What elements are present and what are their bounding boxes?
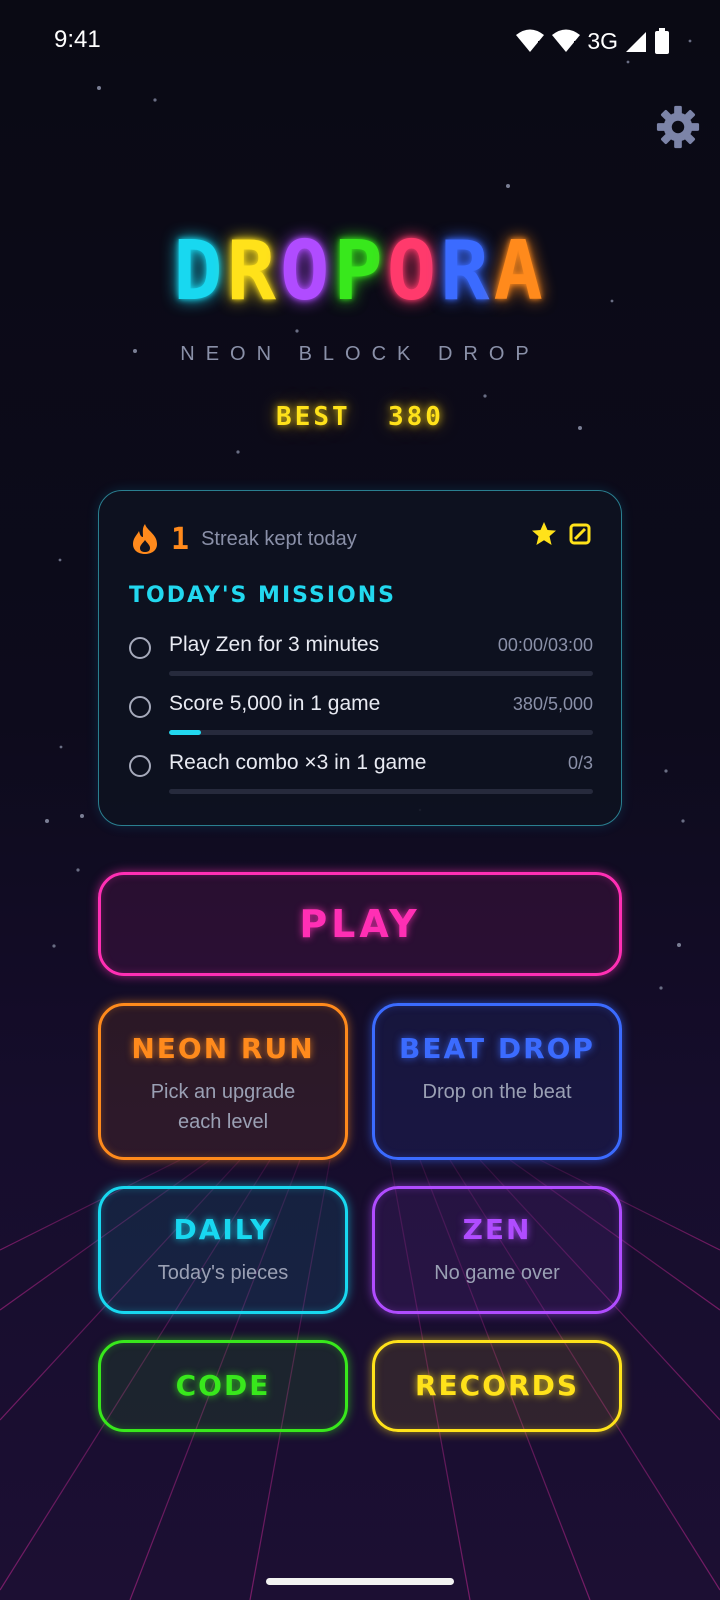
mission-progress-value: 00:00/03:00 — [497, 635, 593, 655]
daily-subtitle: Today's pieces — [157, 1262, 289, 1284]
status-icons: 3G — [515, 26, 670, 56]
mission-item: Play Zen for 3 minutes 00:00/03:00 — [129, 633, 593, 689]
code-button[interactable]: CODE — [98, 1340, 348, 1432]
flame-icon — [133, 524, 157, 554]
mission-progress-value: 0/3 — [567, 753, 593, 773]
card-icons — [531, 521, 591, 547]
records-button[interactable]: RECORDS — [372, 1340, 622, 1432]
daily-button[interactable]: DAILY Today's pieces — [98, 1186, 348, 1314]
zen-label: ZEN — [462, 1213, 532, 1246]
play-button-label: PLAY — [299, 902, 421, 946]
zen-button[interactable]: ZEN No game over — [372, 1186, 622, 1314]
beat-drop-label: BEAT DROP — [399, 1032, 595, 1065]
title-letter: O — [279, 224, 334, 319]
mission-item: Score 5,000 in 1 game 380/5,000 — [129, 692, 593, 748]
mission-progress-bar — [169, 789, 593, 794]
title-letter: R — [440, 224, 494, 319]
title-letter: D — [173, 224, 227, 319]
status-bar: 9:41 3G — [0, 0, 720, 84]
records-label: RECORDS — [414, 1369, 579, 1402]
ticket-icon[interactable] — [569, 523, 591, 545]
mission-item: Reach combo ×3 in 1 game 0/3 — [129, 751, 593, 807]
code-label: CODE — [175, 1369, 271, 1402]
mission-label: Score 5,000 in 1 game — [169, 692, 381, 715]
signal-icon — [626, 32, 646, 52]
circle-icon — [129, 637, 151, 659]
battery-icon — [655, 28, 669, 54]
title-letter: A — [493, 224, 547, 319]
mission-progress-value: 380/5,000 — [512, 694, 593, 714]
streak-text: Streak kept today — [201, 527, 357, 550]
gear-icon[interactable] — [655, 104, 701, 150]
title-letter: P — [333, 224, 387, 319]
status-time: 9:41 — [54, 26, 101, 53]
title-letter: R — [226, 224, 280, 319]
mission-progress-bar — [169, 671, 593, 676]
missions-card: 1 Streak kept today TODAY'S MISSIONS Pla… — [98, 490, 622, 826]
zen-subtitle: No game over — [434, 1262, 560, 1284]
neon-run-button[interactable]: NEON RUN Pick an upgrade each level — [98, 1003, 348, 1160]
game-title-logo: DROPORA — [0, 224, 720, 320]
neon-run-label: NEON RUN — [131, 1032, 315, 1065]
network-type: 3G — [587, 27, 618, 54]
daily-label: DAILY — [173, 1213, 273, 1246]
home-indicator[interactable] — [266, 1578, 454, 1585]
mission-progress-bar — [169, 730, 593, 735]
wifi-icon — [552, 29, 581, 52]
mission-label: Play Zen for 3 minutes — [169, 633, 380, 656]
neon-run-subtitle: Pick an upgrade each level — [150, 1081, 296, 1133]
mission-progress-fill — [169, 730, 202, 735]
wifi-icon — [516, 29, 545, 52]
streak-row: 1 Streak kept today — [131, 519, 357, 559]
circle-icon — [129, 696, 151, 718]
subtitle: NEON BLOCK DROP — [180, 343, 540, 365]
streak-count: 1 — [171, 521, 190, 557]
best-score: BEST 380 — [276, 402, 444, 432]
play-button[interactable]: PLAY — [98, 872, 622, 976]
beat-drop-button[interactable]: BEAT DROP Drop on the beat — [372, 1003, 622, 1160]
home-screen: 9:41 3G DROPORA NEON BLOCK DROP BEST 380… — [0, 0, 720, 1600]
missions-heading: TODAY'S MISSIONS — [129, 583, 396, 608]
mission-label: Reach combo ×3 in 1 game — [169, 751, 427, 774]
title-letter: O — [386, 224, 441, 319]
star-icon[interactable] — [531, 521, 557, 547]
circle-icon — [129, 755, 151, 777]
beat-drop-subtitle: Drop on the beat — [422, 1081, 572, 1103]
